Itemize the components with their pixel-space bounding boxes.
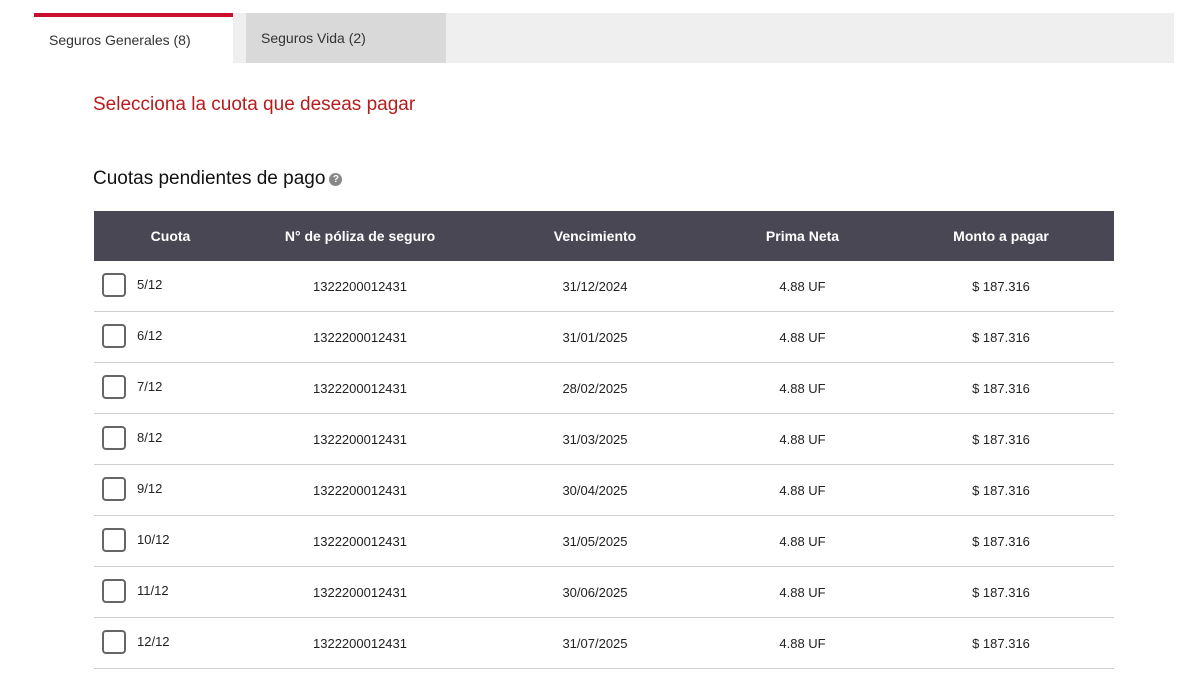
table-row[interactable]: 6/12 1322200012431 31/01/2025 4.88 UF $ 187.… [94, 312, 1114, 363]
cuota-label: 11/12 [137, 583, 169, 598]
question-circle-icon[interactable]: ? [329, 172, 343, 186]
table-row[interactable]: 7/12 1322200012431 28/02/2025 4.88 UF $ 187.… [94, 363, 1114, 414]
poliza-cell: 1322200012431 [313, 584, 407, 600]
vencimiento-cell: 31/12/2024 [562, 278, 628, 294]
cuota-cell: 12/12 [94, 618, 247, 668]
monto-cell: $ 187.316 [972, 380, 1030, 396]
monto-cell: $ 187.316 [972, 584, 1030, 600]
section-title: Selecciona la cuota que deseas pagar [93, 94, 416, 115]
monto-cell: $ 187.316 [972, 482, 1030, 498]
prima-cell: 4.88 UF [779, 380, 826, 396]
prima-cell: 4.88 UF [779, 329, 826, 345]
row-checkbox[interactable] [102, 273, 126, 297]
row-checkbox[interactable] [102, 477, 126, 501]
vencimiento-cell: 31/05/2025 [562, 533, 628, 549]
cuota-label: 7/12 [137, 379, 163, 394]
cuota-cell: 9/12 [94, 465, 247, 515]
table-row[interactable]: 5/12 1322200012431 31/12/2024 4.88 UF $ 187.… [94, 261, 1114, 312]
row-checkbox[interactable] [102, 324, 126, 348]
header-monto: Monto a pagar [953, 228, 1049, 244]
subtitle: Cuotas pendientes de pago ? [93, 168, 343, 190]
prima-cell: 4.88 UF [779, 278, 826, 294]
monto-cell: $ 187.316 [972, 635, 1030, 651]
poliza-cell: 1322200012431 [313, 533, 407, 549]
prima-cell: 4.88 UF [779, 482, 826, 498]
table-row[interactable]: 11/12 1322200012431 30/06/2025 4.88 UF $ 187… [94, 567, 1114, 618]
row-checkbox[interactable] [102, 426, 126, 450]
subtitle-text: Cuotas pendientes de pago [93, 168, 326, 189]
row-checkbox[interactable] [102, 375, 126, 399]
header-cuota: Cuota [150, 228, 191, 244]
cuota-label: 10/12 [137, 532, 170, 547]
prima-cell: 4.88 UF [779, 431, 826, 447]
table-row[interactable]: 8/12 1322200012431 31/03/2025 4.88 UF $ 187.… [94, 414, 1114, 465]
monto-cell: $ 187.316 [972, 431, 1030, 447]
poliza-cell: 1322200012431 [313, 380, 407, 396]
table-row[interactable]: 12/12 1322200012431 31/07/2025 4.88 UF $ 187… [94, 618, 1114, 669]
cuota-label: 12/12 [137, 634, 170, 649]
table-header: Cuota N° de póliza de seguro Vencimiento… [94, 211, 1114, 261]
installments-table: Cuota N° de póliza de seguro Vencimiento… [94, 211, 1114, 669]
poliza-cell: 1322200012431 [313, 431, 407, 447]
cuota-label: 8/12 [137, 430, 163, 445]
header-poliza: N° de póliza de seguro [284, 228, 436, 244]
monto-cell: $ 187.316 [972, 278, 1030, 294]
vencimiento-cell: 31/07/2025 [562, 635, 628, 651]
vencimiento-cell: 30/04/2025 [562, 482, 628, 498]
poliza-cell: 1322200012431 [313, 482, 407, 498]
row-checkbox[interactable] [102, 630, 126, 654]
row-checkbox[interactable] [102, 579, 126, 603]
cuota-cell: 10/12 [94, 516, 247, 566]
row-checkbox[interactable] [102, 528, 126, 552]
monto-cell: $ 187.316 [972, 329, 1030, 345]
cuota-label: 6/12 [137, 328, 163, 343]
cuota-cell: 8/12 [94, 414, 247, 464]
cuota-cell: 7/12 [94, 363, 247, 413]
poliza-cell: 1322200012431 [313, 278, 407, 294]
table-row[interactable]: 9/12 1322200012431 30/04/2025 4.88 UF $ 187.… [94, 465, 1114, 516]
cuota-cell: 5/12 [94, 261, 247, 311]
monto-cell: $ 187.316 [972, 533, 1030, 549]
tab-seguros-generales[interactable]: Seguros Generales (8) [34, 13, 233, 63]
poliza-cell: 1322200012431 [313, 635, 407, 651]
cuota-cell: 6/12 [94, 312, 247, 362]
poliza-cell: 1322200012431 [313, 329, 407, 345]
prima-cell: 4.88 UF [779, 635, 826, 651]
vencimiento-cell: 30/06/2025 [562, 584, 628, 600]
tab-seguros-vida[interactable]: Seguros Vida (2) [246, 13, 446, 63]
vencimiento-cell: 31/03/2025 [562, 431, 628, 447]
vencimiento-cell: 28/02/2025 [562, 380, 628, 396]
table-body: 5/12 1322200012431 31/12/2024 4.88 UF $ 187.… [94, 261, 1114, 669]
cuota-label: 5/12 [137, 277, 163, 292]
tab-bar: Seguros Generales (8) Seguros Vida (2) [34, 13, 1174, 63]
cuota-label: 9/12 [137, 481, 163, 496]
prima-cell: 4.88 UF [779, 584, 826, 600]
cuota-cell: 11/12 [94, 567, 247, 617]
table-row[interactable]: 10/12 1322200012431 31/05/2025 4.88 UF $ 187… [94, 516, 1114, 567]
prima-cell: 4.88 UF [779, 533, 826, 549]
header-prima-neta: Prima Neta [765, 228, 840, 244]
vencimiento-cell: 31/01/2025 [562, 329, 628, 345]
header-vencimiento: Vencimiento [553, 228, 637, 244]
